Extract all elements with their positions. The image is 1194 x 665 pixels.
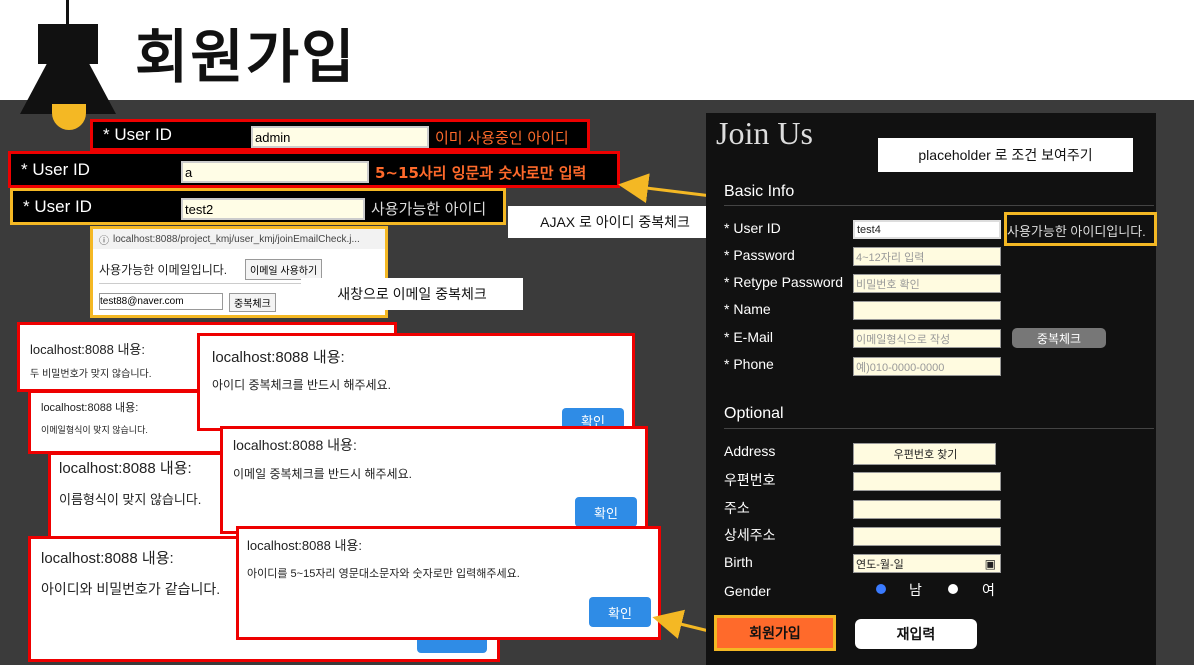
detail-addr-input[interactable] [853, 527, 1001, 546]
password-label: * Password [724, 247, 795, 263]
addr-input[interactable] [853, 500, 1001, 519]
email-label: * E-Mail [724, 329, 774, 345]
form-heading: Join Us [716, 115, 813, 151]
female-label: 여 [982, 583, 995, 599]
phone-label: * Phone [724, 356, 774, 372]
section-optional: Optional [724, 405, 784, 422]
addr-label: 주소 [724, 500, 750, 516]
phone-input[interactable]: 예)010-0000-0000 [853, 357, 1001, 376]
callout-ajax: AJAX 로 아이디 중복체크 [508, 206, 722, 238]
reset-button[interactable]: 재입력 [855, 619, 977, 649]
birth-placeholder: 연도-월-일 [856, 558, 904, 571]
email-input[interactable]: 이메일형식으로 작성 [853, 329, 1001, 348]
zipcode-label: 우편번호 [724, 472, 776, 488]
male-label: 남 [909, 583, 922, 599]
radio-male[interactable] [876, 584, 886, 594]
gender-label: Gender [724, 583, 771, 599]
calendar-icon[interactable]: ▣ [985, 557, 996, 571]
join-form: Join Us Basic Info * User ID test4 사용가능한… [706, 113, 1156, 665]
detail-addr-label: 상세주소 [724, 527, 776, 543]
name-input[interactable] [853, 301, 1001, 320]
submit-button[interactable]: 회원가입 [714, 615, 836, 651]
divider [724, 205, 1154, 206]
name-label: * Name [724, 301, 771, 317]
retype-label: * Retype Password [724, 274, 844, 290]
userid-label: * User ID [724, 220, 781, 236]
email-check-button[interactable]: 중복체크 [1012, 328, 1106, 348]
radio-female[interactable] [948, 584, 958, 594]
divider [724, 428, 1154, 429]
address-label: Address [724, 443, 776, 459]
password-input[interactable]: 4~12자리 입력 [853, 247, 1001, 266]
callout-placeholder: placeholder 로 조건 보여주기 [878, 138, 1133, 172]
section-basic-info: Basic Info [724, 183, 795, 200]
birth-input[interactable]: 연도-월-일 ▣ [853, 554, 1001, 573]
retype-input[interactable]: 비밀번호 확인 [853, 274, 1001, 293]
zipcode-search-button[interactable]: 우편번호 찾기 [853, 443, 996, 465]
birth-label: Birth [724, 554, 753, 570]
userid-message-highlight [1004, 212, 1157, 246]
userid-input[interactable]: test4 [853, 220, 1001, 239]
zipcode-input[interactable] [853, 472, 1001, 491]
